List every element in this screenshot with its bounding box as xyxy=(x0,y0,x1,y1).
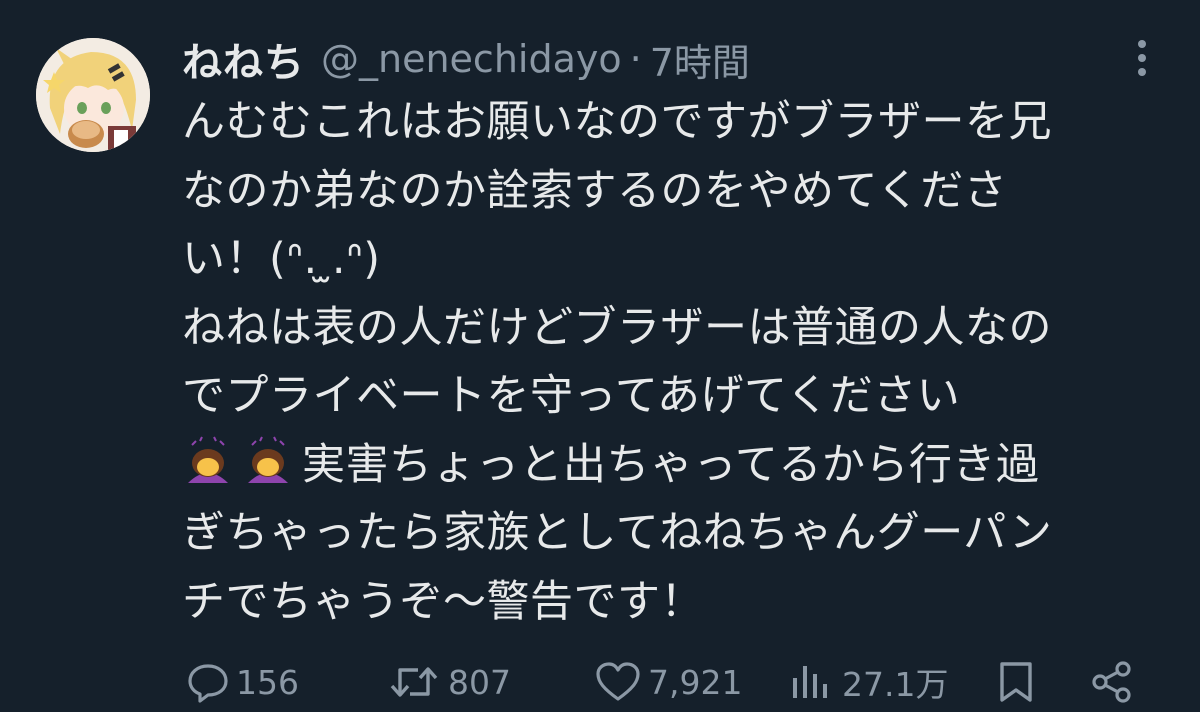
share-icon xyxy=(1092,661,1131,703)
timestamp[interactable]: 7時間 xyxy=(650,32,750,87)
retweet-button[interactable]: 807 xyxy=(386,660,511,704)
tweet-line: んむむこれはお願いなのですがブラザーを兄 xyxy=(182,97,1052,147)
views-count: 27.1万 xyxy=(842,665,949,704)
tweet-actions: 156 807 7,921 27.1万 xyxy=(0,650,1200,712)
tweet-line-with-emoji: 実害ちょっと出ちゃってるから行き過 xyxy=(182,431,1162,500)
views-button[interactable]: 27.1万 xyxy=(788,660,948,704)
share-button[interactable] xyxy=(1090,660,1134,704)
like-count: 7,921 xyxy=(648,662,743,702)
reply-count: 156 xyxy=(236,662,299,702)
bookmark-button[interactable] xyxy=(996,660,1036,704)
tweet-line: なのか弟なのか詮索するのをやめてくださ xyxy=(182,165,1008,216)
tweet-line: い！(ᐢ. ̫.ᐢ) xyxy=(182,234,381,284)
tweet-line: ぎちゃったら家族としてねねちゃんグーパン xyxy=(182,508,1053,558)
bookmark-icon xyxy=(1000,662,1032,702)
heart-icon xyxy=(596,662,640,701)
retweet-count: 807 xyxy=(448,662,511,702)
avatar-image xyxy=(36,38,150,152)
like-button[interactable]: 7,921 xyxy=(594,660,742,704)
woman-bowing-emoji xyxy=(248,436,288,483)
reply-button[interactable]: 156 xyxy=(186,660,299,704)
tweet-card[interactable]: ねねち @_nenechidayo · 7時間 んむむこれはお願いなのですがブラ… xyxy=(0,0,1200,712)
more-options-button[interactable] xyxy=(1124,36,1160,80)
tweet-line-text: 実害ちょっと出ちゃってるから行き過 xyxy=(302,439,1040,490)
separator-dot: · xyxy=(629,37,642,81)
tweet-line: ねねは表の人だけどブラザーは普通の人なの xyxy=(182,302,1052,353)
avatar[interactable] xyxy=(36,38,150,152)
reply-icon xyxy=(188,664,228,703)
tweet-line: チでちゃうぞ〜警告です！ xyxy=(182,576,704,627)
tweet-line: でプライベートを守ってあげてください xyxy=(182,371,961,421)
tweet-header: ねねち @_nenechidayo · 7時間 xyxy=(182,28,750,90)
views-icon xyxy=(793,666,827,698)
display-name[interactable]: ねねち xyxy=(182,30,305,88)
retweet-icon xyxy=(390,667,438,697)
woman-bowing-emoji xyxy=(188,436,228,483)
more-vertical-icon xyxy=(1138,40,1146,76)
tweet-text: んむむこれはお願いなのですがブラザーを兄 なのか弟なのか詮索するのをやめてくださ… xyxy=(182,88,1162,636)
user-handle[interactable]: @_nenechidayo xyxy=(321,37,622,81)
